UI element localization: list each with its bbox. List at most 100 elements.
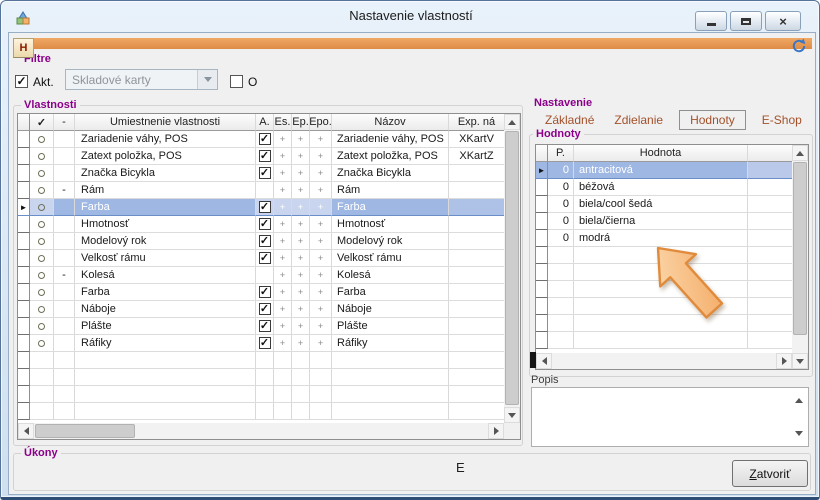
table-row[interactable]: Farba ✓ +++ Farba bbox=[18, 284, 520, 301]
chevron-down-icon bbox=[204, 77, 212, 86]
header-hodnota[interactable]: Hodnota bbox=[574, 145, 748, 162]
header-umiestnenie[interactable]: Umiestnenie vlastnosti bbox=[75, 114, 256, 131]
table-row[interactable]: Zatext položka, POS ✓ +++ Zatext položka… bbox=[18, 148, 520, 165]
checkbox-icon[interactable]: ✓ bbox=[259, 150, 271, 162]
close-dialog-button[interactable]: Zatvoriť bbox=[732, 460, 808, 487]
scroll-left-icon[interactable] bbox=[536, 353, 552, 369]
header-extra bbox=[748, 145, 792, 162]
header-nazov[interactable]: Názov bbox=[332, 114, 449, 131]
header-epo[interactable]: Epo. bbox=[310, 114, 332, 131]
table-row[interactable]: - Rám +++ Rám bbox=[18, 182, 520, 199]
dropdown-button[interactable] bbox=[197, 70, 217, 89]
akt-checkbox[interactable]: ✓ bbox=[15, 75, 28, 88]
row-pointer-icon: ► bbox=[20, 203, 28, 212]
circle-icon bbox=[38, 238, 45, 245]
dropdown-value: Skladové karty bbox=[66, 73, 197, 87]
settings-tabs: Základné Zdielanie Hodnoty E-Shop bbox=[535, 110, 812, 130]
checkbox-icon[interactable]: ✓ bbox=[259, 235, 271, 247]
table-row[interactable] bbox=[536, 264, 808, 281]
table-row[interactable]: Ráfiky ✓ +++ Ráfiky bbox=[18, 335, 520, 352]
table-row[interactable]: Modelový rok ✓ +++ Modelový rok bbox=[18, 233, 520, 250]
table-row[interactable] bbox=[536, 298, 808, 315]
header-p[interactable]: P. bbox=[548, 145, 574, 162]
minimize-icon bbox=[707, 23, 716, 26]
o-checkbox-label: O bbox=[248, 75, 257, 89]
scroll-down-icon[interactable] bbox=[504, 407, 520, 423]
checkbox-icon[interactable]: ✓ bbox=[259, 201, 271, 213]
scroll-right-icon[interactable] bbox=[776, 353, 792, 369]
tab-hodnoty[interactable]: Hodnoty bbox=[679, 110, 746, 130]
scroll-up-icon[interactable] bbox=[792, 145, 808, 161]
table-row[interactable] bbox=[18, 386, 520, 403]
values-hscrollbar[interactable] bbox=[536, 353, 792, 369]
e-indicator: E bbox=[456, 460, 465, 475]
filter-type-dropdown[interactable]: Skladové karty bbox=[65, 69, 218, 90]
o-checkbox[interactable] bbox=[230, 75, 243, 88]
table-row[interactable]: 0modrá bbox=[536, 230, 808, 247]
table-row[interactable]: Značka Bicykla ✓ +++ Značka Bicykla bbox=[18, 165, 520, 182]
scroll-up-icon[interactable] bbox=[795, 394, 803, 403]
h-tab-button[interactable]: H bbox=[13, 38, 34, 58]
tab-zakladne[interactable]: Základné bbox=[535, 111, 604, 129]
checkbox-icon[interactable]: ✓ bbox=[259, 286, 271, 298]
header-es[interactable]: Es. bbox=[274, 114, 292, 131]
table-row[interactable] bbox=[18, 403, 520, 420]
tab-eshop[interactable]: E-Shop bbox=[752, 111, 812, 129]
actions-groupbox bbox=[13, 453, 811, 491]
table-row[interactable]: Velkosť rámu ✓ +++ Velkosť rámu bbox=[18, 250, 520, 267]
checkbox-icon[interactable]: ✓ bbox=[259, 133, 271, 145]
table-row[interactable]: Hmotnosť ✓ +++ Hmotnosť bbox=[18, 216, 520, 233]
minimize-button[interactable] bbox=[695, 11, 727, 31]
table-row[interactable] bbox=[18, 352, 520, 369]
header-indicator bbox=[536, 145, 548, 162]
properties-hscrollbar[interactable] bbox=[18, 423, 504, 439]
values-table: P. Hodnota ► 0antracitová 0béžová 0biela… bbox=[535, 144, 809, 370]
title-bar[interactable]: Nastavenie vlastností × bbox=[1, 1, 820, 32]
maximize-button[interactable] bbox=[730, 11, 762, 31]
tab-zdielanie[interactable]: Zdielanie bbox=[604, 111, 673, 129]
header-collapse[interactable]: - bbox=[54, 114, 75, 131]
values-vscrollbar[interactable] bbox=[792, 145, 808, 369]
header-a[interactable]: A. bbox=[256, 114, 274, 131]
scroll-right-icon[interactable] bbox=[488, 423, 504, 439]
header-check[interactable]: ✓ bbox=[30, 114, 54, 131]
refresh-icon[interactable] bbox=[791, 38, 807, 54]
table-row[interactable] bbox=[536, 247, 808, 264]
table-row[interactable]: ► Farba ✓ +++ Farba bbox=[18, 199, 520, 216]
table-row[interactable]: 0biela/cool šedá bbox=[536, 196, 808, 213]
scroll-down-icon[interactable] bbox=[795, 431, 803, 440]
properties-vscrollbar[interactable] bbox=[504, 114, 520, 423]
scroll-up-icon[interactable] bbox=[504, 114, 520, 130]
checkbox-icon[interactable]: ✓ bbox=[259, 218, 271, 230]
table-row[interactable] bbox=[536, 332, 808, 349]
table-row[interactable]: ► 0antracitová bbox=[536, 162, 808, 179]
circle-icon bbox=[38, 170, 45, 177]
popis-label: Popis bbox=[531, 374, 559, 386]
table-row[interactable]: Zariadenie váhy, POS ✓ +++ Zariadenie vá… bbox=[18, 131, 520, 148]
table-row[interactable]: 0béžová bbox=[536, 179, 808, 196]
circle-icon bbox=[38, 289, 45, 296]
table-row[interactable] bbox=[536, 281, 808, 298]
checkbox-icon[interactable]: ✓ bbox=[259, 303, 271, 315]
table-row[interactable] bbox=[536, 315, 808, 332]
header-ep[interactable]: Ep. bbox=[292, 114, 310, 131]
checkbox-icon[interactable]: ✓ bbox=[259, 320, 271, 332]
scroll-down-icon[interactable] bbox=[792, 353, 808, 369]
header-indicator bbox=[18, 114, 30, 131]
table-row[interactable]: Náboje ✓ +++ Náboje bbox=[18, 301, 520, 318]
table-row[interactable]: - Kolesá +++ Kolesá bbox=[18, 267, 520, 284]
table-row[interactable]: Plášte ✓ +++ Plášte bbox=[18, 318, 520, 335]
table-row[interactable]: 0biela/čierna bbox=[536, 213, 808, 230]
properties-table-body: Zariadenie váhy, POS ✓ +++ Zariadenie vá… bbox=[18, 131, 520, 420]
scroll-left-icon[interactable] bbox=[18, 423, 34, 439]
checkbox-icon[interactable]: ✓ bbox=[259, 252, 271, 264]
checkbox-icon[interactable]: ✓ bbox=[259, 337, 271, 349]
header-exp[interactable]: Exp. ná bbox=[449, 114, 504, 131]
popis-textarea[interactable] bbox=[531, 387, 809, 447]
checkbox-icon[interactable]: ✓ bbox=[259, 167, 271, 179]
table-row[interactable] bbox=[18, 369, 520, 386]
values-label: Hodnoty bbox=[533, 128, 584, 140]
splitter-handle[interactable] bbox=[530, 352, 536, 368]
close-button[interactable]: × bbox=[765, 11, 801, 31]
circle-icon bbox=[38, 221, 45, 228]
